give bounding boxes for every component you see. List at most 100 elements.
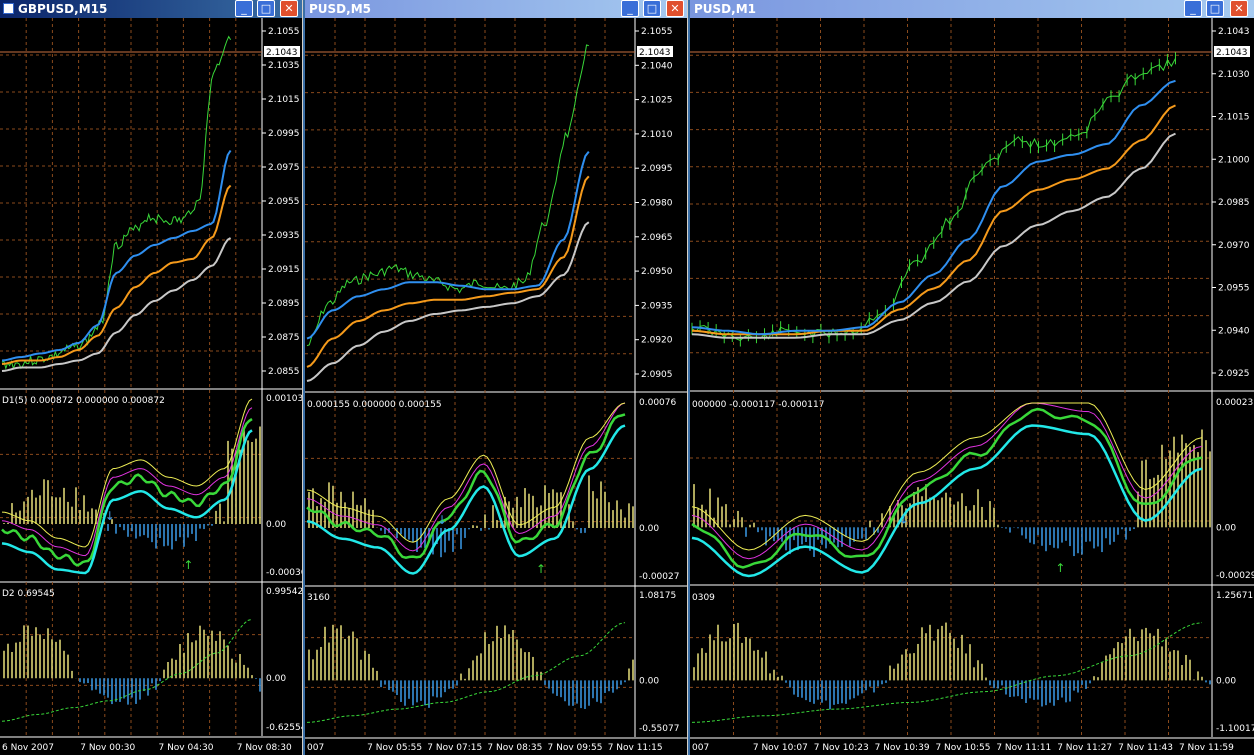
close-button[interactable]: ✕ [1230,0,1248,17]
osc2-axis-label: 0.00 [1216,676,1236,686]
price-axis-label: 2.1000 [1218,155,1250,165]
price-axis-label: 2.0980 [641,199,673,209]
chart-window-pusd-m5[interactable]: PUSD,M5 _ □ ✕ 2.1055 2.1040 2.1025 2.1010 2.… [303,0,687,755]
time-axis-label: 7 Nov 10:39 [875,743,930,753]
time-axis-label: 7 Nov 11:15 [608,743,663,753]
osc2-axis-label: -0.55077 [639,724,679,734]
up-arrow-icon: ↑ [183,558,193,572]
osc1-axis-label: 0.00076 [639,398,676,408]
price-axis-label: 2.0935 [268,231,300,241]
osc2-axis-label: 0.99542 [266,587,302,597]
osc1-axis-label: 0.00 [639,524,659,534]
chart-window-pusd-m1[interactable]: PUSD,M1 _ □ ✕ 2.1043 2.1030 2.1015 2.1000 2.… [688,0,1254,755]
time-axis-label: 7 Nov 11:43 [1118,743,1173,753]
price-axis-label: 2.1015 [268,95,300,105]
time-axis-label: 7 Nov 09:55 [548,743,603,753]
down-arrow-icon: ↓ [105,509,115,523]
price-axis-label: 2.1043 [1218,27,1250,37]
price-axis-label: 2.0920 [641,336,673,346]
price-axis-label: 2.0895 [268,299,300,309]
indicator-label: 000000 -0.000117 -0.000117 [692,400,824,410]
osc1-axis-label: 0.00023 [1216,398,1253,408]
chart-area[interactable]: 2.1043 2.1030 2.1015 2.1000 2.0985 2.0970 2.09… [690,18,1254,755]
time-axis-label: 7 Nov 07:15 [427,743,482,753]
price-axis-label: 2.0915 [268,265,300,275]
window-title: PUSD,M1 [694,2,756,16]
price-axis-label: 2.0975 [268,163,300,173]
osc2-axis-label: 0.00 [266,674,286,684]
chart-area[interactable]: 2.1055 2.1040 2.1025 2.1010 2.0995 2.0980 2.09… [305,18,687,755]
close-button[interactable]: ✕ [280,0,298,17]
price-axis-label: 2.0970 [1218,241,1250,251]
indicator-label: D1(5) 0.000872 0.000000 0.000872 [2,396,165,406]
time-axis-label: 007 [692,743,709,753]
indicator-label: 0309 [692,593,715,603]
indicator-label: D2 0.69545 [2,589,55,599]
chart-window-gbpusd-m15[interactable]: GBPUSD,M15 _ □ ✕ 2.1055 2.1035 2.1015 2.099… [0,0,302,755]
time-axis-label: 7 Nov 11:27 [1057,743,1112,753]
price-axis-label: 2.0995 [641,164,673,174]
time-axis-label: 7 Nov 11:11 [996,743,1051,753]
time-axis-label: 7 Nov 08:35 [487,743,542,753]
price-axis-label: 2.1025 [641,96,673,106]
chart-icon [3,3,14,14]
price-axis-label: 2.0875 [268,333,300,343]
price-axis-label: 2.0855 [268,367,300,377]
osc2-axis-label: -0.62554 [266,723,302,733]
minimize-button[interactable]: _ [235,0,253,17]
price-axis-label: 2.1010 [641,130,673,140]
osc1-axis-label: 0.00 [266,520,286,530]
price-axis-label: 2.0955 [268,197,300,207]
price-axis-label: 2.0950 [641,267,673,277]
price-axis-label: 2.0965 [641,233,673,243]
time-axis-label: 7 Nov 11:59 [1179,743,1234,753]
osc1-axis-label: -0.00029 [1216,571,1254,581]
time-axis-label: 7 Nov 08:30 [237,743,292,753]
osc2-axis-label: 0.00 [639,676,659,686]
chart-area[interactable]: 2.1055 2.1035 2.1015 2.0995 2.0975 2.0955 2.09… [0,18,302,755]
time-axis-label: 7 Nov 10:07 [753,743,808,753]
price-tag: 2.1043 [1216,48,1248,58]
osc2-axis-label: 1.25671 [1216,591,1253,601]
price-tag: 2.1043 [639,48,671,58]
maximize-button[interactable]: □ [643,0,661,17]
window-title: GBPUSD,M15 [18,2,108,16]
down-arrow-icon: ↓ [899,512,909,526]
osc1-axis-label: 0.00 [1216,523,1236,533]
up-arrow-icon: ↑ [536,562,546,576]
time-axis-label: 7 Nov 10:23 [814,743,869,753]
price-axis-label: 2.1055 [268,27,300,37]
time-axis-label: 6 Nov 2007 [2,743,54,753]
maximize-button[interactable]: □ [1206,0,1224,17]
price-axis-label: 2.0995 [268,129,300,139]
minimize-button[interactable]: _ [1184,0,1202,17]
maximize-button[interactable]: □ [257,0,275,17]
price-axis-label: 2.1040 [641,61,673,71]
osc1-axis-label: -0.00036 [266,568,302,578]
osc2-axis-label: 1.08175 [639,591,676,601]
close-button[interactable]: ✕ [666,0,684,17]
indicator-label: 3160 [307,593,330,603]
window-titlebar[interactable]: PUSD,M1 [690,0,1254,18]
price-axis-label: 2.1035 [268,61,300,71]
time-axis-label: 7 Nov 05:55 [367,743,422,753]
price-axis-label: 2.0955 [1218,284,1250,294]
osc2-axis-label: -1.10017 [1216,724,1254,734]
time-axis-label: 7 Nov 00:30 [80,743,135,753]
price-axis-label: 2.0905 [641,370,673,380]
time-axis-label: 7 Nov 10:55 [935,743,990,753]
price-axis-label: 2.0985 [1218,198,1250,208]
price-axis-label: 2.0935 [641,301,673,311]
up-arrow-icon: ↑ [1055,561,1065,575]
osc1-axis-label: 0.001034 [266,394,302,404]
price-axis-label: 2.1055 [641,27,673,37]
chart-pane-3 [0,584,302,736]
price-axis-label: 2.0925 [1218,369,1250,379]
osc1-axis-label: -0.00027 [639,572,679,582]
price-axis-label: 2.1015 [1218,113,1250,123]
down-arrow-icon: ↓ [437,513,447,527]
window-title: PUSD,M5 [309,2,371,16]
minimize-button[interactable]: _ [621,0,639,17]
time-axis-label: 7 Nov 04:30 [158,743,213,753]
price-axis-label: 2.1030 [1218,70,1250,80]
